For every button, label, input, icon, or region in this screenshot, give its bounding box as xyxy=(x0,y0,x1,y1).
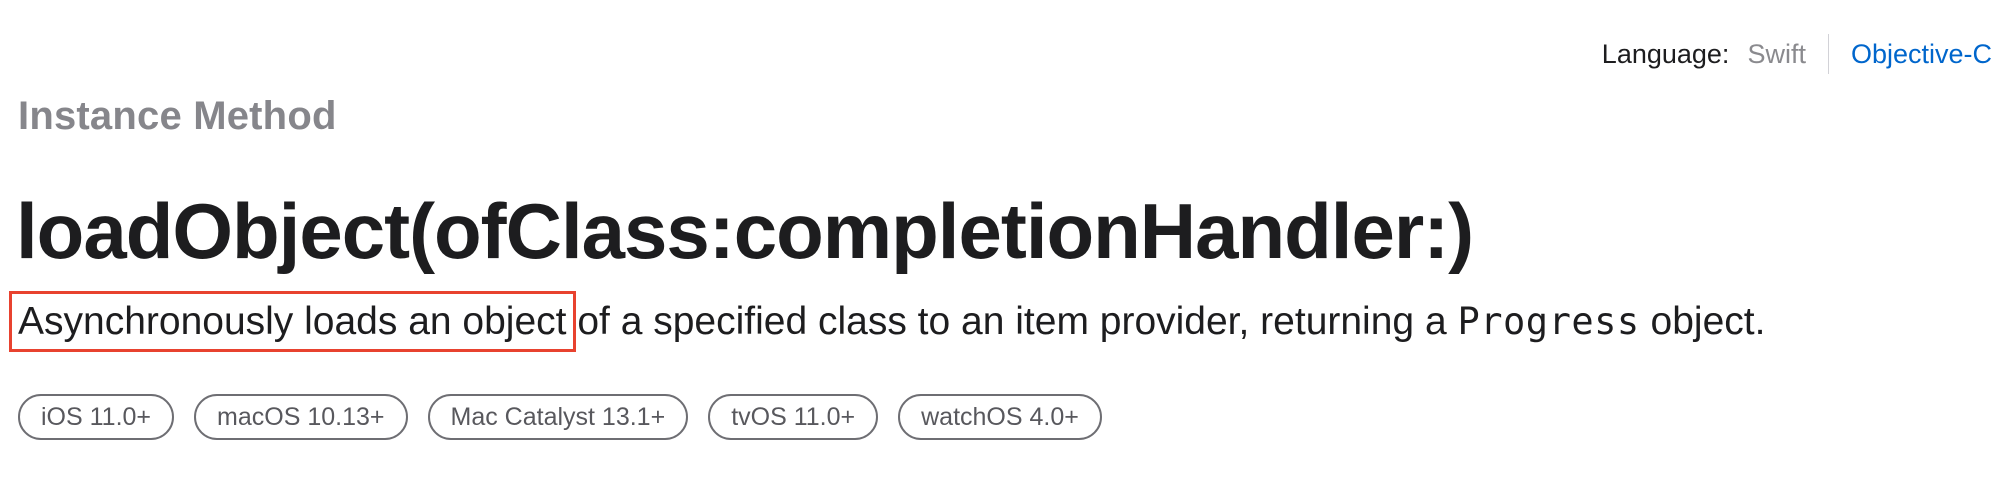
language-option-objective-c[interactable]: Objective-C xyxy=(1851,35,1992,73)
language-label: Language: xyxy=(1601,39,1730,69)
availability-badge-tvos: tvOS 11.0+ xyxy=(708,394,879,440)
abstract: Asynchronously loads an object of a spec… xyxy=(9,291,1766,352)
availability-badge-macos: macOS 10.13+ xyxy=(194,394,408,440)
language-option-swift[interactable]: Swift xyxy=(1747,35,1806,73)
abstract-text: of a specified class to an item provider… xyxy=(566,300,1458,343)
abstract-text-end: object. xyxy=(1639,300,1766,343)
abstract-highlighted-phrase: Asynchronously loads an object xyxy=(9,291,576,352)
language-switcher: Language: Swift Objective-C xyxy=(1602,34,1992,74)
symbol-kind-eyebrow: Instance Method xyxy=(18,94,337,138)
progress-code-link[interactable]: Progress xyxy=(1457,300,1639,343)
availability-badge-ios: iOS 11.0+ xyxy=(18,394,175,440)
page-title: loadObject(ofClass:completionHandler:) xyxy=(16,187,1474,275)
availability-badge-watchos: watchOS 4.0+ xyxy=(898,394,1102,440)
availability-badges: iOS 11.0+ macOS 10.13+ Mac Catalyst 13.1… xyxy=(18,394,1102,440)
availability-badge-mac-catalyst: Mac Catalyst 13.1+ xyxy=(427,394,689,440)
language-divider xyxy=(1827,34,1829,74)
